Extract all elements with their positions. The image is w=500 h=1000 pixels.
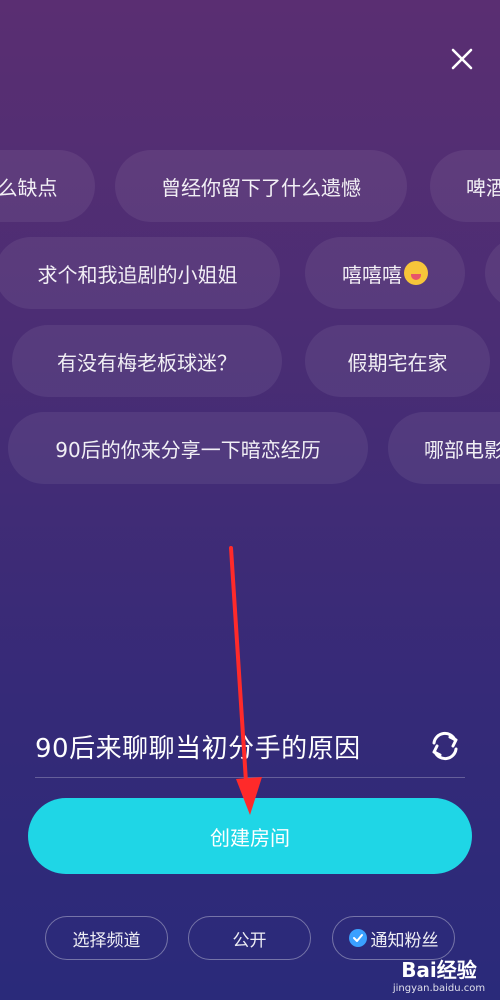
- create-room-button[interactable]: 创建房间: [28, 798, 472, 874]
- topic-chip[interactable]: 求个和我追剧的小姐姐: [0, 237, 280, 309]
- check-icon: [348, 929, 367, 947]
- topic-chip[interactable]: 嘻嘻嘻: [305, 237, 465, 309]
- topic-chip[interactable]: 曾经你留下了什么遗憾: [115, 150, 407, 222]
- topic-chip[interactable]: 啤酒: [430, 150, 500, 222]
- watermark-url: jingyan.baidu.com: [392, 983, 486, 994]
- topic-chip[interactable]: 有没有梅老板球迷？: [12, 325, 282, 397]
- topic-chip[interactable]: 哪部电影: [388, 412, 500, 484]
- topic-chip[interactable]: 么缺点: [0, 150, 95, 222]
- topic-chip[interactable]: 90后的你来分享一下暗恋经历: [8, 412, 368, 484]
- room-topic-text: 90后来聊聊当初分手的原因: [35, 733, 361, 764]
- emoji-tongue-icon: [404, 261, 428, 285]
- watermark-brand: Bai经验: [401, 958, 477, 982]
- room-topic-field[interactable]: 90后来聊聊当初分手的原因: [35, 715, 465, 778]
- baidu-jingyan-watermark: Bai经验 jingyan.baidu.com: [380, 950, 498, 998]
- refresh-topic-button[interactable]: [425, 726, 465, 766]
- topic-chip[interactable]: [485, 237, 500, 309]
- refresh-icon: [432, 731, 458, 761]
- visibility-public-button[interactable]: 公开: [188, 916, 311, 960]
- topic-suggestions: 么缺点 曾经你留下了什么遗憾 啤酒 求个和我追剧的小姐姐 嘻嘻嘻 有没有梅老板球…: [0, 0, 500, 520]
- select-channel-button[interactable]: 选择频道: [45, 916, 168, 960]
- topic-chip[interactable]: 假期宅在家: [305, 325, 490, 397]
